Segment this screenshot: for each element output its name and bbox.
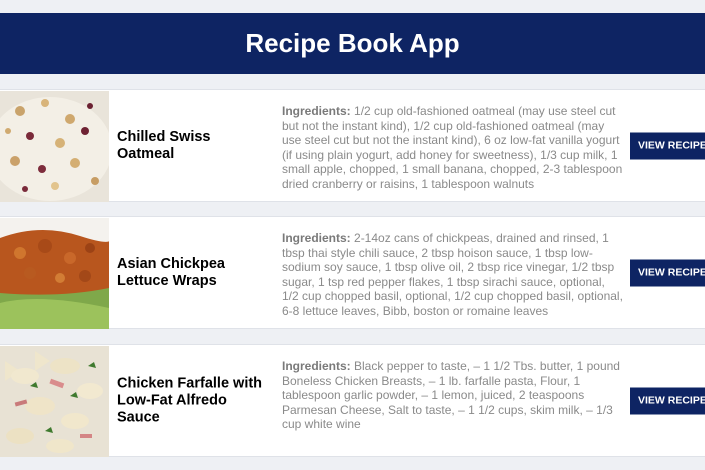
- recipe-card: Asian Chickpea Lettuce Wraps Ingredients…: [0, 216, 705, 329]
- app-header: Recipe Book App: [0, 13, 705, 74]
- recipe-ingredients: Ingredients: 2-14oz cans of chickpeas, d…: [282, 231, 624, 318]
- recipe-image-oatmeal: [0, 91, 109, 202]
- view-recipe-button[interactable]: VIEW RECIPE: [630, 387, 705, 414]
- ingredients-label: Ingredients:: [282, 231, 351, 245]
- ingredients-label: Ingredients:: [282, 104, 351, 118]
- recipe-title[interactable]: Asian Chickpea Lettuce Wraps: [117, 256, 267, 290]
- recipe-ingredients: Ingredients: 1/2 cup old-fashioned oatme…: [282, 104, 624, 191]
- recipe-card: Chicken Farfalle with Low-Fat Alfredo Sa…: [0, 344, 705, 457]
- view-recipe-button[interactable]: VIEW RECIPE: [630, 259, 705, 286]
- recipe-title[interactable]: Chicken Farfalle with Low-Fat Alfredo Sa…: [117, 375, 267, 426]
- app-title: Recipe Book App: [245, 28, 460, 58]
- recipe-ingredients: Ingredients: Black pepper to taste, – 1 …: [282, 359, 624, 432]
- view-recipe-button[interactable]: VIEW RECIPE: [630, 132, 705, 159]
- recipe-image-chicken-farfalle: [0, 346, 109, 457]
- recipe-card: Chilled Swiss Oatmeal Ingredients: 1/2 c…: [0, 89, 705, 202]
- ingredients-label: Ingredients:: [282, 359, 351, 373]
- recipe-image-chickpea-wraps: [0, 218, 109, 329]
- recipe-title[interactable]: Chilled Swiss Oatmeal: [117, 129, 267, 163]
